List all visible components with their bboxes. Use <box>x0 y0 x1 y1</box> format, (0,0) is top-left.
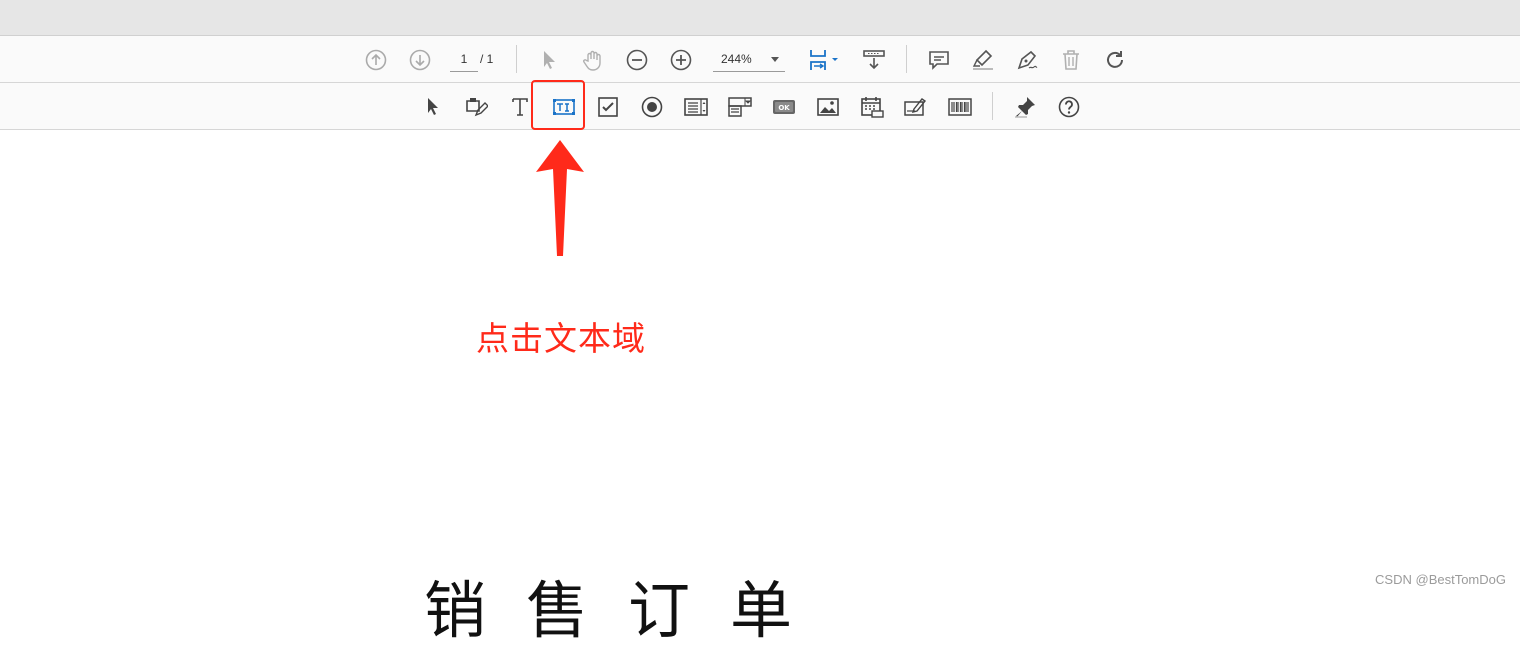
rotate-icon[interactable] <box>1102 47 1128 73</box>
zoom-in-icon[interactable] <box>668 47 694 73</box>
highlighter-icon[interactable] <box>970 47 996 73</box>
select-arrow-icon[interactable] <box>536 47 562 73</box>
trash-icon[interactable] <box>1058 47 1084 73</box>
annotation-label: 点击文本域 <box>476 319 646 358</box>
hand-pan-icon[interactable] <box>580 47 606 73</box>
annotation-arrow-icon <box>536 140 584 256</box>
barcode-icon[interactable] <box>947 94 973 120</box>
next-page-icon[interactable] <box>407 47 433 73</box>
zoom-value: 244% <box>721 52 752 66</box>
document-title: 销售订单 <box>424 574 833 647</box>
help-icon[interactable] <box>1056 94 1082 120</box>
image-field-icon[interactable] <box>815 94 841 120</box>
select-object-icon[interactable] <box>419 94 445 120</box>
toolbar-divider <box>992 92 993 120</box>
download-icon[interactable] <box>861 47 887 73</box>
button-ok-icon[interactable]: OK <box>771 94 797 120</box>
date-field-icon[interactable] <box>859 94 885 120</box>
edit-form-icon[interactable] <box>463 94 489 120</box>
prev-page-icon[interactable] <box>363 47 389 73</box>
checkbox-icon[interactable] <box>595 94 621 120</box>
pin-icon[interactable] <box>1012 94 1038 120</box>
toolbar-divider <box>906 45 907 73</box>
fit-page-icon[interactable] <box>806 47 840 73</box>
main-toolbar: 1 / 1 244% <box>0 36 1520 83</box>
annotation-highlight-box <box>531 80 585 130</box>
form-toolbar: OK <box>0 83 1520 130</box>
digital-signature-icon[interactable] <box>903 94 929 120</box>
watermark: CSDN @BestTomDoG <box>1375 572 1506 587</box>
svg-text:OK: OK <box>778 104 790 112</box>
page-number-input[interactable]: 1 <box>450 50 478 72</box>
radio-button-icon[interactable] <box>639 94 665 120</box>
window-titlebar <box>0 0 1520 36</box>
sign-pen-icon[interactable] <box>1014 47 1040 73</box>
dropdown-icon[interactable] <box>727 94 753 120</box>
comment-icon[interactable] <box>926 47 952 73</box>
zoom-out-icon[interactable] <box>624 47 650 73</box>
zoom-select[interactable]: 244% <box>713 50 785 72</box>
toolbar-divider <box>516 45 517 73</box>
list-box-icon[interactable] <box>683 94 709 120</box>
chevron-down-icon <box>771 57 779 62</box>
add-text-icon[interactable] <box>507 94 533 120</box>
page-total: / 1 <box>480 52 494 66</box>
